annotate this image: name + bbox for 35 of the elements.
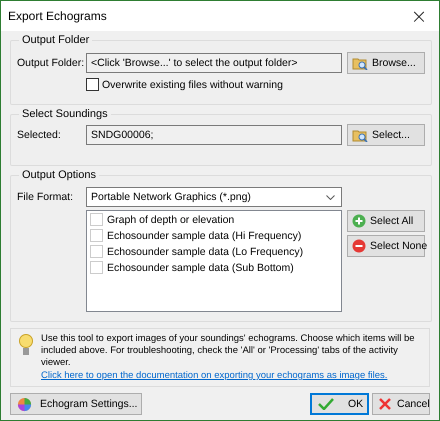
checkmark-icon bbox=[318, 398, 334, 410]
group-title: Output Options bbox=[21, 169, 97, 181]
output-folder-field[interactable]: <Click 'Browse...' to select the output folder> bbox=[86, 53, 342, 73]
documentation-link[interactable]: Click here to open the documentation on exporting your echograms as image files. bbox=[41, 370, 423, 382]
group-title: Output Folder bbox=[21, 34, 90, 46]
field-label: Output Folder: bbox=[17, 57, 86, 69]
list-item[interactable]: Graph of depth or elevation bbox=[90, 213, 338, 226]
group-title: Select Soundings bbox=[21, 108, 109, 120]
list-item[interactable]: Echosounder sample data (Sub Bottom) bbox=[90, 261, 338, 274]
checkbox-label: Overwrite existing files without warning bbox=[102, 78, 283, 90]
info-text: Use this tool to export images of your soundings' echograms. Choose which items will be included above. For troubleshooting, check the 'All' or 'Processing' tabs of the activity viewer. bbox=[41, 333, 416, 369]
close-icon bbox=[379, 398, 391, 410]
select-none-button[interactable]: Select None bbox=[347, 235, 425, 257]
plus-icon bbox=[352, 214, 366, 228]
echogram-settings-button[interactable]: Echogram Settings... bbox=[10, 393, 142, 415]
folder-search-icon bbox=[352, 128, 368, 142]
select-all-button[interactable]: Select All bbox=[347, 210, 425, 232]
selected-soundings-field[interactable]: SNDG00006; bbox=[86, 125, 342, 145]
close-button[interactable]: × bbox=[399, 1, 439, 31]
checkbox-icon[interactable] bbox=[86, 78, 99, 91]
file-format-dropdown[interactable]: Portable Network Graphics (*.png) bbox=[86, 187, 342, 207]
field-label: Selected: bbox=[17, 129, 62, 141]
list-item[interactable]: Echosounder sample data (Hi Frequency) bbox=[90, 229, 338, 242]
ok-button[interactable]: OK bbox=[310, 393, 369, 415]
list-item[interactable]: Echosounder sample data (Lo Frequency) bbox=[90, 245, 338, 258]
window-title: Export Echograms bbox=[8, 9, 107, 23]
select-button[interactable]: Select... bbox=[347, 124, 425, 146]
overwrite-checkbox[interactable]: Overwrite existing files without warning bbox=[86, 78, 425, 91]
cancel-button[interactable]: Cancel bbox=[372, 393, 430, 415]
folder-search-icon bbox=[352, 56, 368, 70]
color-wheel-icon bbox=[17, 396, 32, 412]
minus-icon bbox=[352, 239, 366, 253]
browse-button[interactable]: Browse... bbox=[347, 52, 425, 74]
field-label: File Format: bbox=[17, 191, 74, 203]
chevron-down-icon bbox=[326, 194, 335, 200]
